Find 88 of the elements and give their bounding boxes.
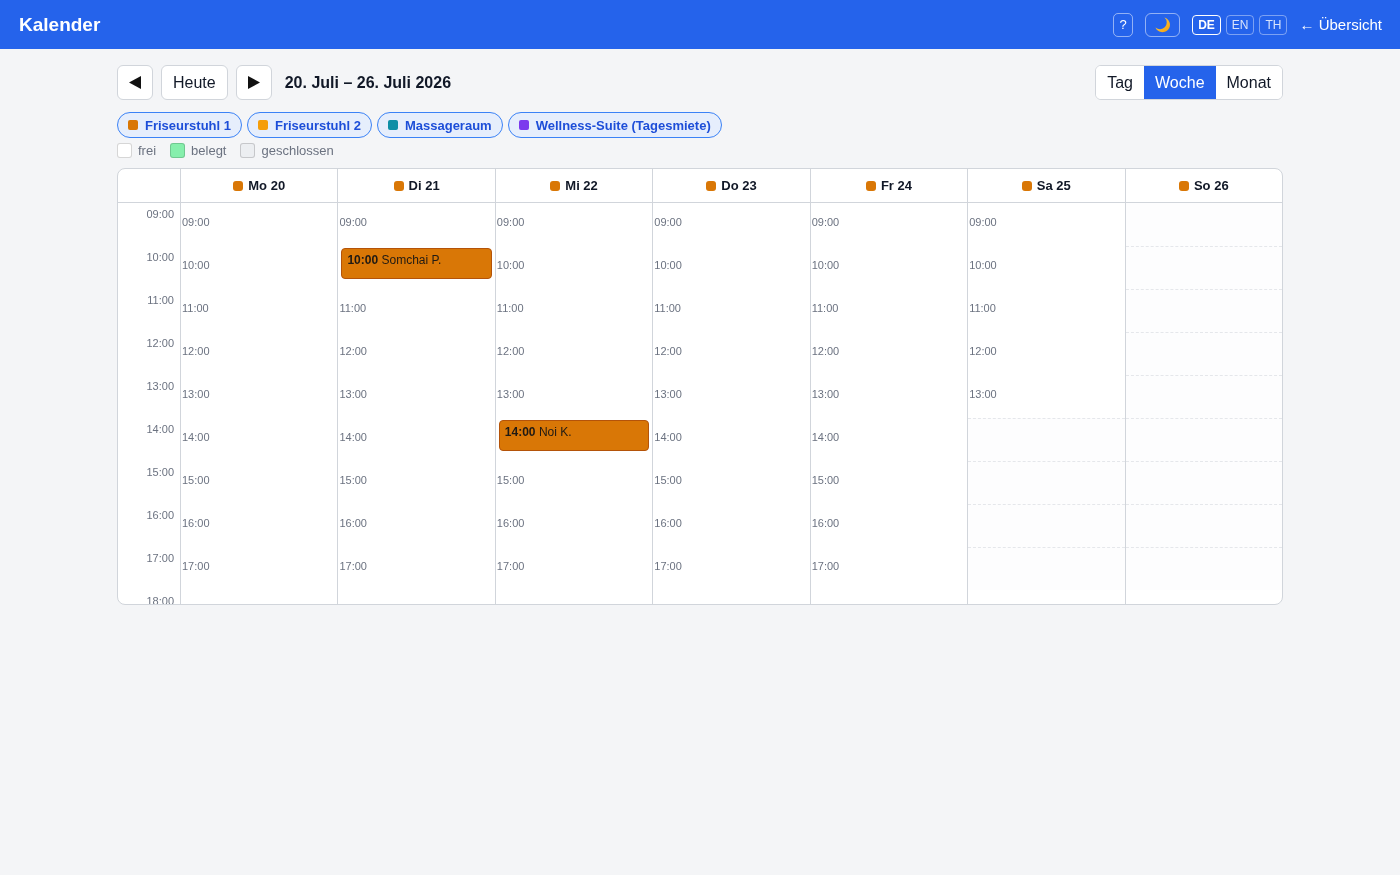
slot-time: 09:00 — [654, 216, 682, 229]
slot-time: 12:00 — [496, 345, 525, 358]
slot-time: 13:00 — [339, 388, 367, 401]
slot-time: 11:00 — [496, 302, 524, 315]
day-label: Fr 24 — [880, 178, 912, 193]
slot-time: 09:00 — [811, 216, 840, 229]
resource-filter-chip[interactable]: Friseurstuhl 1 — [117, 112, 242, 138]
next-button[interactable] — [235, 65, 272, 100]
slot-time: 09:00 — [182, 216, 210, 229]
slot-time: 13:00 — [654, 388, 682, 401]
day-label: Sa 25 — [1036, 178, 1071, 193]
slot-time: 12:00 — [969, 345, 997, 358]
crescent-moon-icon — [1154, 16, 1171, 33]
hour-label: 13:00 — [146, 380, 174, 392]
slot-time: 09:00 — [339, 216, 367, 229]
slot-time: 12:00 — [182, 345, 210, 358]
slot-time: 14:00 — [182, 431, 210, 444]
slot-time: 15:00 — [182, 474, 210, 487]
slot-time: 16:00 — [496, 517, 525, 530]
slot-time: 17:00 — [654, 560, 682, 573]
slot-time: 16:00 — [811, 517, 840, 530]
slot-time: 11:00 — [339, 302, 367, 315]
previous-button[interactable] — [117, 65, 153, 100]
hour-label: 11:00 — [147, 294, 174, 306]
slot-time: 11:00 — [969, 302, 996, 315]
legend-label: geschlossen — [261, 143, 334, 158]
language-button[interactable]: TH — [1259, 14, 1288, 35]
date-range-title: 20. Juli – 26. Juli 2026 — [284, 73, 452, 92]
slot-time: 13:00 — [182, 388, 210, 401]
resource-filter-chip[interactable]: Friseurstuhl 2 — [246, 112, 372, 138]
slot-time: 10:00 — [811, 259, 840, 272]
day-label: Mo 20 — [248, 178, 286, 193]
slot-time: 10:00 — [496, 259, 525, 272]
app-title: Kalender — [19, 12, 101, 37]
triangle-left-icon — [129, 76, 141, 89]
slot-time: 11:00 — [182, 302, 209, 315]
hour-label: 12:00 — [146, 337, 174, 349]
slot-time: 12:00 — [811, 345, 840, 358]
back-link[interactable]: ← Übersicht — [1299, 16, 1382, 33]
slot-time: 11:00 — [654, 302, 681, 315]
slot-time: 10:00 — [969, 259, 997, 272]
slot-time: 17:00 — [339, 560, 367, 573]
slot-time: 15:00 — [654, 474, 682, 487]
language-button[interactable]: EN — [1225, 14, 1255, 35]
booking-block[interactable]: 10:00 Somchai P. — [341, 248, 492, 279]
hour-label: 14:00 — [146, 423, 174, 435]
hour-label: 10:00 — [146, 251, 174, 263]
slot-time: 09:00 — [969, 216, 997, 229]
booking-block[interactable]: 14:00 Noi K. — [498, 420, 650, 451]
slot-time: 09:00 — [496, 216, 525, 229]
hour-label: 09:00 — [146, 208, 174, 220]
resource-filter-chip[interactable]: Massageraum — [376, 112, 503, 138]
slot-time: 10:00 — [182, 259, 210, 272]
today-button[interactable]: Heute — [161, 65, 228, 100]
resource-filter-chip[interactable]: Wellness-Suite (Tagesmiete) — [507, 112, 722, 138]
slot-time: 14:00 — [811, 431, 840, 444]
slot-time: 13:00 — [496, 388, 525, 401]
slot-time: 15:00 — [811, 474, 840, 487]
slot-time: 17:00 — [496, 560, 525, 573]
triangle-right-icon — [247, 76, 260, 89]
view-tab[interactable]: Woche — [1144, 66, 1216, 99]
hour-label: 15:00 — [146, 466, 174, 478]
slot-time: 11:00 — [811, 302, 839, 315]
day-label: So 26 — [1193, 178, 1229, 193]
day-label: Do 23 — [721, 178, 757, 193]
help-button[interactable]: ? — [1113, 12, 1134, 37]
slot-time: 14:00 — [654, 431, 682, 444]
slot-time: 15:00 — [339, 474, 367, 487]
hour-label: 17:00 — [146, 552, 174, 564]
legend-label: belegt — [191, 143, 227, 158]
slot-time: 14:00 — [339, 431, 367, 444]
slot-time: 13:00 — [969, 388, 997, 401]
slot-time: 17:00 — [182, 560, 210, 573]
day-label: Di 21 — [408, 178, 440, 193]
language-button[interactable]: DE — [1192, 14, 1221, 35]
slot-time: 16:00 — [182, 517, 210, 530]
day-label: Mi 22 — [565, 178, 598, 193]
legend-label: frei — [138, 143, 157, 158]
slot-time: 12:00 — [339, 345, 367, 358]
theme-button[interactable] — [1145, 12, 1181, 37]
slot-time: 16:00 — [654, 517, 682, 530]
slot-time: 17:00 — [811, 560, 840, 573]
slot-time: 13:00 — [811, 388, 840, 401]
slot-time: 15:00 — [496, 474, 525, 487]
hour-label: 16:00 — [146, 509, 174, 521]
slot-time: 10:00 — [654, 259, 682, 272]
slot-time: 12:00 — [654, 345, 682, 358]
slot-time: 16:00 — [339, 517, 367, 530]
